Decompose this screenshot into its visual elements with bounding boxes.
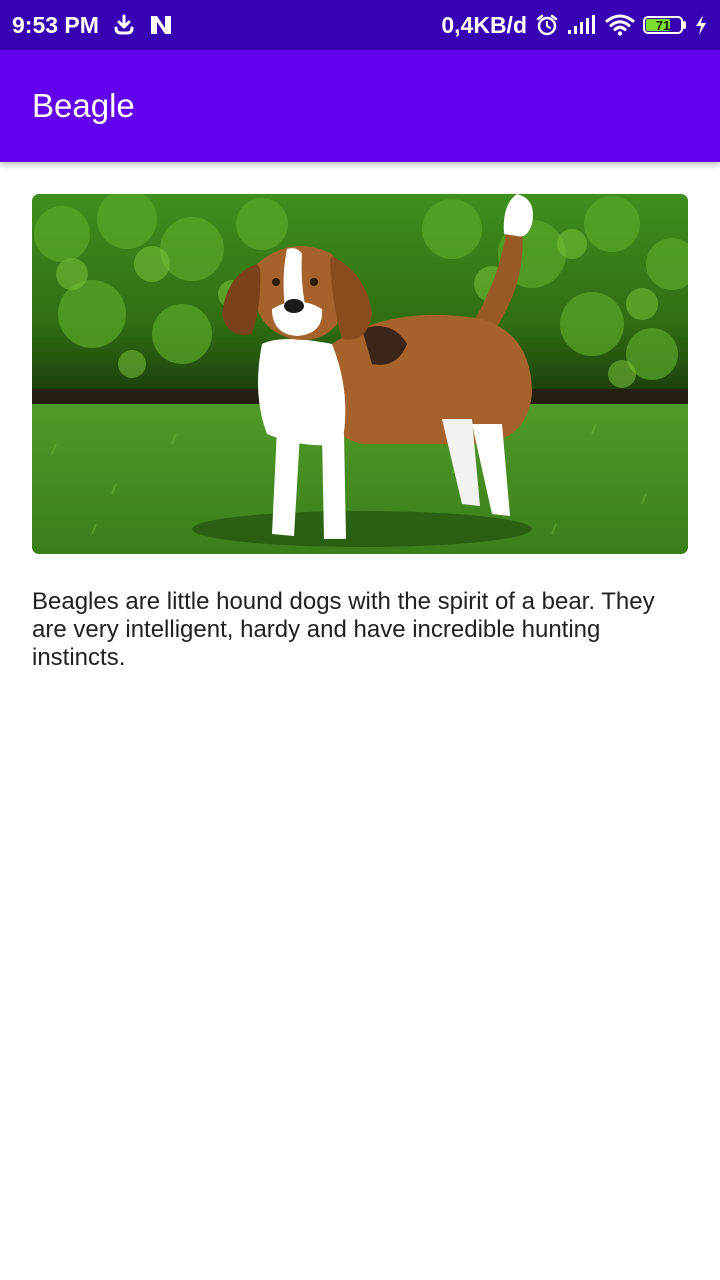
alarm-icon: [535, 13, 559, 37]
battery-level-text: 71: [655, 17, 671, 33]
battery-tip: [683, 21, 686, 29]
beagle-photo-illustration: [32, 194, 688, 554]
status-left-group: 9:53 PM: [12, 12, 173, 39]
network-speed: 0,4KB/d: [441, 11, 527, 38]
beagle-photo: [32, 194, 688, 554]
status-time: 9:53 PM: [12, 11, 99, 38]
battery-icon: 71: [643, 16, 686, 34]
page-title: Beagle: [32, 87, 135, 124]
charging-icon: [694, 14, 708, 36]
status-right-group: 0,4KB/d 71: [441, 12, 708, 39]
signal-icon: [567, 14, 597, 36]
download-icon: [113, 14, 135, 36]
status-bar: 9:53 PM 0,4KB/d 71: [0, 0, 720, 50]
n-logo-icon: [149, 14, 173, 36]
app-bar: Beagle: [0, 50, 720, 162]
breed-description: Beagles are little hound dogs with the s…: [32, 588, 655, 671]
battery-body: 71: [643, 16, 683, 34]
wifi-icon: [605, 14, 635, 36]
